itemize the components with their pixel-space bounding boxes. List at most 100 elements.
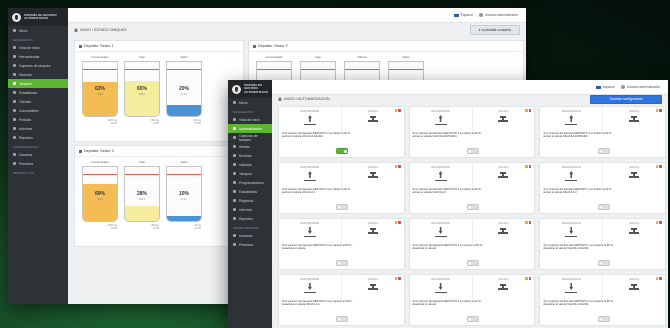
sidebar-item[interactable]: Alertas bbox=[228, 142, 272, 151]
rule-toggle[interactable] bbox=[597, 204, 610, 210]
tank-time: 10:35 bbox=[152, 122, 160, 126]
sidebar-item[interactable]: Registros bbox=[228, 196, 272, 205]
menu-icon bbox=[233, 127, 236, 130]
save-config-button[interactable]: Guardar configuracion bbox=[590, 94, 662, 104]
rule-devices: DESCARGADOR VALVULA bbox=[540, 219, 665, 243]
menu-icon bbox=[233, 208, 236, 211]
rule-card: DESCARGADOR VALVULA Si el volumen del depo… bbox=[408, 162, 536, 214]
sidebar-item-label: Usuarios bbox=[239, 233, 253, 238]
sidebar-item-label: Programaciones bbox=[239, 180, 264, 185]
sidebar-item[interactable]: Clientes bbox=[8, 97, 68, 106]
tank-row: Concentrado 69% 1.3 t 1300 kg 10:35 Gas 28% 0.3… bbox=[75, 157, 243, 233]
sidebar-item[interactable]: Reportes › bbox=[8, 133, 68, 142]
rule-description: Si el volumen del deposito DEPOSITO 2 es… bbox=[410, 243, 535, 252]
valve-icon bbox=[627, 283, 641, 293]
alarm-line bbox=[257, 69, 291, 70]
tank[interactable]: Concentrado 69% 1.3 t 1300 kg 10:35 bbox=[82, 160, 118, 230]
tank[interactable]: Vacio 20% 0.1 t 100 kg 10:35 bbox=[166, 55, 202, 125]
sidebar-item[interactable]: Herramientas bbox=[8, 52, 68, 61]
user-icon bbox=[478, 13, 483, 17]
rule-source: DESCARGADOR bbox=[279, 275, 341, 299]
alarm-line bbox=[389, 69, 423, 70]
sidebar: SISTEMA DE GESTION AUTOMATIZADO Menu NAVE… bbox=[228, 80, 272, 328]
sidebar-item[interactable]: Estadisticas › bbox=[8, 88, 68, 97]
rule-toggle[interactable] bbox=[336, 316, 349, 322]
sidebar-item-label: Registros bbox=[239, 198, 254, 203]
sidebar-item[interactable]: Historico bbox=[8, 70, 68, 79]
sidebar-item-label: Vista de inicio bbox=[19, 45, 40, 50]
rule-toggle[interactable] bbox=[336, 260, 349, 266]
alert-icon bbox=[659, 165, 662, 168]
sidebar-item[interactable]: Menu bbox=[228, 98, 272, 107]
rule-description: Si el volumen del deposito DEPOSITO 1 es… bbox=[410, 131, 535, 140]
rule-toggle[interactable] bbox=[597, 148, 610, 154]
rule-toggle[interactable] bbox=[336, 148, 349, 154]
tank-time: 10:35 bbox=[110, 122, 118, 126]
sidebar-item[interactable]: Permisos bbox=[8, 159, 68, 168]
sidebar-item[interactable]: Vista de inicio bbox=[8, 43, 68, 52]
rule-toggle[interactable] bbox=[466, 148, 479, 154]
rule-devices: DESCARGADOR VALVULA bbox=[540, 163, 665, 187]
sidebar-item[interactable]: Estadisticas bbox=[228, 187, 272, 196]
sidebar-item[interactable]: Informes › bbox=[8, 124, 68, 133]
warning-icon bbox=[525, 109, 528, 112]
alert-icon bbox=[528, 277, 532, 280]
rule-toggle[interactable] bbox=[466, 260, 479, 266]
sidebar-item[interactable]: Usuarios bbox=[8, 150, 68, 159]
rule-source: DESCARGADOR bbox=[279, 163, 341, 187]
tank-panel: Deposito: Sector 3 Concentrado 69% 1.3 t 130… bbox=[74, 145, 244, 247]
arrow-icon bbox=[569, 283, 574, 290]
fullscreen-button[interactable]: Ir a pantalla completa bbox=[469, 25, 520, 35]
rule-toggle[interactable] bbox=[466, 316, 479, 322]
sidebar-item[interactable]: Tanques bbox=[8, 79, 68, 88]
rule-action: desactivar el valvula VALVULA SALIDA bbox=[543, 303, 589, 307]
sidebar-item[interactable]: Pedidos bbox=[8, 115, 68, 124]
sidebar-item[interactable]: Usuarios bbox=[228, 231, 272, 240]
sidebar-item[interactable]: Capturas de tanques bbox=[228, 133, 272, 142]
sidebar-item[interactable]: Vista de inicio bbox=[228, 115, 272, 124]
rule-toggle[interactable] bbox=[597, 260, 610, 266]
rule-toggle[interactable] bbox=[336, 204, 349, 210]
home-icon[interactable] bbox=[278, 97, 282, 101]
home-icon[interactable] bbox=[74, 28, 78, 32]
user-menu[interactable]: Usuario administrador bbox=[620, 85, 660, 89]
warning-icon bbox=[394, 165, 398, 168]
tank-label: Gas bbox=[139, 160, 145, 164]
menu-icon bbox=[233, 172, 236, 175]
sidebar-item-label: Valvulas bbox=[239, 162, 252, 167]
tank[interactable]: Concentrado 63% 1.2 t 1200 kg 10:35 bbox=[82, 55, 118, 126]
sidebar-item[interactable]: Tanques bbox=[228, 169, 272, 178]
sidebar-item[interactable]: Consumibles bbox=[8, 106, 68, 115]
menu-icon bbox=[233, 217, 236, 220]
rule-toggle[interactable] bbox=[597, 316, 610, 322]
tank[interactable]: Vacio 10% 0.1 t 90 kg 10:35 bbox=[166, 160, 202, 230]
arrow-icon bbox=[438, 227, 443, 234]
breadcrumb: INICIO / ESTADO TANQUES bbox=[74, 28, 127, 32]
language-selector[interactable]: Espanol bbox=[595, 85, 615, 89]
chevron-right-icon: › bbox=[62, 135, 63, 140]
sidebar-item[interactable]: Informes bbox=[228, 205, 272, 214]
rule-toggle[interactable] bbox=[466, 204, 479, 210]
breadcrumb-bar: INICIO / AUTOMATIZACION Guardar configur… bbox=[272, 94, 668, 104]
sidebar-item[interactable]: Automatizacion bbox=[228, 124, 272, 133]
tank[interactable]: Gas 65% 0.8 t 800 kg 10:35 bbox=[124, 55, 160, 126]
sidebar-item[interactable]: Reportes bbox=[228, 214, 272, 223]
rule-description: Si el volumen del deposito DEPOSITO 1 es… bbox=[540, 243, 665, 252]
tank[interactable]: Gas 28% 0.3 t 300 kg 10:35 bbox=[124, 160, 160, 230]
sidebar-item[interactable]: Valvulas bbox=[228, 160, 272, 169]
rule-description: Si el volumen del deposito DEPOSITO 3 es… bbox=[279, 243, 404, 252]
sidebar-item[interactable]: Capturas de tanques bbox=[8, 61, 68, 70]
sidebar-item-label: Permisos bbox=[19, 161, 34, 166]
user-menu[interactable]: Usuario administrador bbox=[478, 13, 518, 17]
rule-source: DESCARGADOR bbox=[540, 107, 602, 131]
menu-icon bbox=[233, 145, 236, 148]
sidebar-item[interactable]: Menu bbox=[8, 26, 68, 35]
grid-icon bbox=[79, 44, 82, 48]
rule-description: Si el volumen del deposito DEPOSITO 1 es… bbox=[540, 187, 665, 196]
alarm-line bbox=[83, 69, 117, 70]
rule-action: activar el valvula VALVULA 1 bbox=[282, 191, 316, 195]
sidebar-item[interactable]: Programaciones bbox=[228, 178, 272, 187]
language-selector[interactable]: Espanol bbox=[453, 13, 473, 17]
sidebar-item[interactable]: Permisos bbox=[228, 240, 272, 249]
sidebar-item[interactable]: Bombas bbox=[228, 151, 272, 160]
